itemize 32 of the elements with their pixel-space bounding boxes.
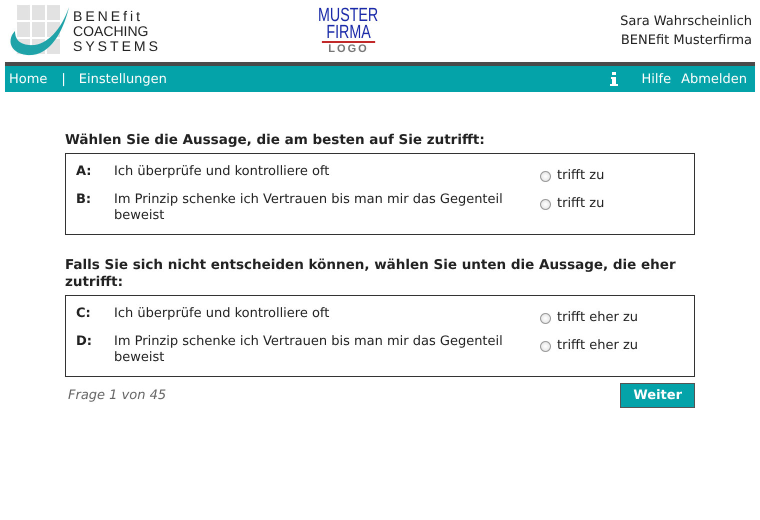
radio-button[interactable] — [540, 312, 551, 324]
nav-link[interactable]: Einstellungen — [78, 72, 167, 86]
logo-text: BENEfit — [73, 8, 144, 24]
company-name: BENEfit Musterfirma — [620, 32, 752, 50]
radio-label[interactable]: trifft eher zu — [557, 338, 638, 354]
option-letter: B: — [76, 192, 92, 208]
radio-button[interactable] — [540, 170, 551, 182]
option-text: Im Prinzip schenke ich Vertrauen bis man mir das Gegenteil beweist — [114, 334, 504, 366]
company-logo: MUSTER FIRMA LOGO — [317, 7, 380, 55]
nav-link[interactable]: Home — [9, 72, 48, 86]
nav-link[interactable]: Abmelden — [681, 72, 747, 86]
logo-text: COACHING — [73, 24, 150, 38]
radio-label[interactable]: trifft zu — [557, 168, 604, 184]
info-icon[interactable] — [610, 72, 618, 86]
nav-link[interactable]: Hilfe — [642, 72, 672, 86]
next-button[interactable]: Weiter — [620, 383, 695, 408]
option-text: Ich überprüfe und kontrolliere oft — [114, 306, 330, 322]
radio-button[interactable] — [540, 340, 551, 352]
option-letter: C: — [76, 306, 92, 322]
question-heading: Falls Sie sich nicht entscheiden können, wählen Sie unten die Aussage, die eher zutrifft: — [65, 257, 677, 291]
user-name: Sara Wahrscheinlich — [620, 13, 752, 31]
question-heading: Wählen Sie die Aussage, die am besten auf Sie zutrifft: — [65, 132, 486, 149]
nav-separator: | — [61, 72, 66, 86]
radio-button[interactable] — [540, 198, 551, 210]
option-letter: A: — [76, 164, 93, 180]
option-letter: D: — [76, 334, 93, 350]
progress-text: Frage 1 von 45 — [67, 388, 166, 403]
radio-label[interactable]: trifft zu — [557, 196, 604, 212]
option-text: Ich überprüfe und kontrolliere oft — [114, 164, 330, 180]
option-text: Im Prinzip schenke ich Vertrauen bis man mir das Gegenteil beweist — [114, 192, 504, 224]
logo-text: SYSTEMS — [73, 38, 161, 54]
radio-label[interactable]: trifft eher zu — [557, 310, 638, 326]
